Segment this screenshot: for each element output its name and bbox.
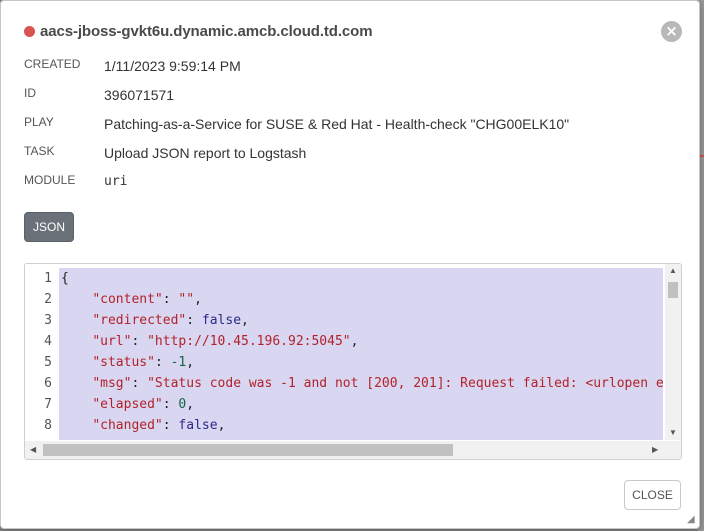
- dialog-header: aacs-jboss-gvkt6u.dynamic.amcb.cloud.td.…: [24, 21, 373, 41]
- failed-status-icon: [24, 25, 35, 37]
- line-number: 6: [44, 376, 52, 391]
- scroll-up-icon[interactable]: ▲: [669, 266, 677, 275]
- close-icon[interactable]: ×: [661, 21, 682, 42]
- code-token: :: [162, 418, 179, 433]
- code-token: "elapsed": [92, 397, 163, 412]
- code-token: ,: [186, 355, 195, 370]
- code-token: :: [131, 334, 148, 349]
- line-number-gutter: 1 2 3 4 5 6 7 8: [25, 264, 58, 440]
- detail-value: 1/11/2023 9:59:14 PM: [104, 58, 241, 74]
- code-token: "status": [92, 355, 155, 370]
- detail-row-task: TASK Upload JSON report to Logstash: [24, 144, 664, 164]
- code-token: "Status code was -1 and not [200, 201]: …: [147, 376, 663, 391]
- line-number: 4: [44, 334, 52, 349]
- code-token: "url": [92, 334, 132, 349]
- line-number: 2: [44, 292, 52, 307]
- code-line: "elapsed": 0,: [61, 394, 194, 415]
- code-token: -1: [170, 355, 187, 370]
- detail-row-id: ID 396071571: [24, 86, 664, 106]
- code-token: :: [154, 355, 171, 370]
- json-code-viewer[interactable]: 1 2 3 4 5 6 7 8 { "content": "", "redirected": …: [24, 263, 682, 460]
- code-token: :: [162, 397, 179, 412]
- code-token: ,: [241, 313, 249, 328]
- code-line: "msg": "Status code was -1 and not [200,…: [61, 373, 663, 394]
- detail-label: MODULE: [24, 173, 76, 187]
- resize-handle-icon[interactable]: ◢: [687, 514, 695, 525]
- line-number: 3: [44, 313, 52, 328]
- code-content[interactable]: { "content": "", "redirected": false, "u…: [59, 268, 663, 440]
- line-number: 8: [44, 418, 52, 433]
- code-line: "url": "http://10.45.196.92:5045",: [61, 331, 358, 352]
- code-token: ,: [350, 334, 359, 349]
- code-line: {: [61, 268, 69, 289]
- detail-value: uri: [104, 174, 128, 189]
- detail-value: 396071571: [104, 87, 175, 103]
- code-line: "content": "",: [61, 289, 202, 310]
- code-token: false: [178, 418, 218, 433]
- code-line: "changed": false,: [61, 415, 225, 436]
- code-token: "http://10.45.196.92:5045": [147, 334, 351, 349]
- line-number: 5: [44, 355, 52, 370]
- code-token: "content": [92, 292, 163, 307]
- code-line: "redirected": false,: [61, 310, 249, 331]
- detail-row-module: MODULE uri: [24, 173, 664, 193]
- code-token: "": [178, 292, 195, 307]
- detail-row-created: CREATED 1/11/2023 9:59:14 PM: [24, 57, 664, 77]
- backdrop-accent: [700, 155, 704, 157]
- code-token: "msg": [92, 376, 132, 391]
- code-token: "redirected": [92, 313, 187, 328]
- code-token: :: [162, 292, 179, 307]
- scroll-down-icon[interactable]: ▼: [669, 428, 677, 437]
- vertical-scroll-thumb[interactable]: [668, 282, 678, 298]
- line-number: 1: [44, 271, 52, 286]
- json-tab-button[interactable]: JSON: [24, 212, 74, 242]
- code-token: :: [131, 376, 148, 391]
- host-event-dialog: aacs-jboss-gvkt6u.dynamic.amcb.cloud.td.…: [0, 0, 700, 529]
- code-token: "changed": [92, 418, 163, 433]
- horizontal-scrollbar[interactable]: ◀ ▶: [25, 441, 665, 459]
- scroll-right-icon[interactable]: ▶: [652, 445, 658, 454]
- code-token: false: [201, 313, 242, 328]
- code-token: :: [186, 313, 202, 328]
- vertical-scrollbar[interactable]: ▲ ▼: [665, 264, 681, 440]
- detail-label: ID: [24, 86, 36, 100]
- code-token: ,: [194, 292, 202, 307]
- detail-row-play: PLAY Patching-as-a-Service for SUSE & Re…: [24, 115, 664, 135]
- code-token: ,: [186, 397, 195, 412]
- scroll-left-icon[interactable]: ◀: [30, 445, 36, 454]
- dialog-title: aacs-jboss-gvkt6u.dynamic.amcb.cloud.td.…: [40, 22, 373, 40]
- line-number: 7: [44, 397, 52, 412]
- code-token: {: [61, 271, 69, 286]
- scrollbar-corner: [665, 441, 681, 459]
- code-token: ,: [217, 418, 226, 433]
- detail-label: CREATED: [24, 57, 81, 71]
- detail-label: PLAY: [24, 115, 54, 129]
- horizontal-scroll-thumb[interactable]: [43, 444, 453, 456]
- detail-value: Patching-as-a-Service for SUSE & Red Hat…: [104, 116, 570, 132]
- code-line: "status": -1,: [61, 352, 194, 373]
- detail-value: Upload JSON report to Logstash: [104, 145, 307, 161]
- detail-label: TASK: [24, 144, 55, 158]
- close-button[interactable]: CLOSE: [624, 480, 681, 510]
